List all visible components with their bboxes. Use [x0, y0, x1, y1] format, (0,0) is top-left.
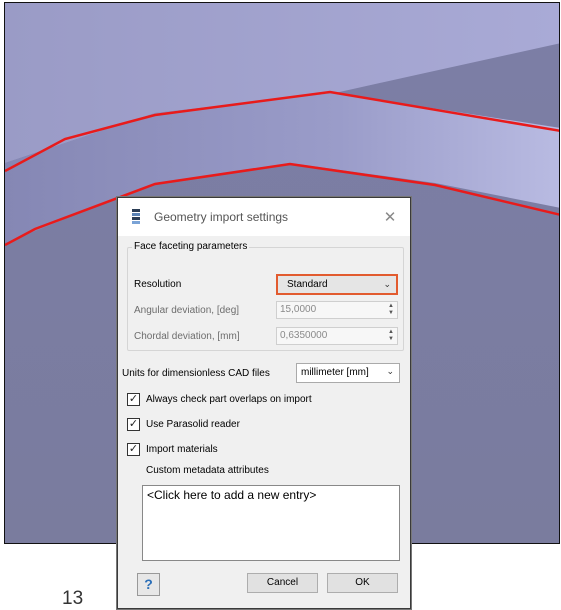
dialog-footer: ? Cancel OK — [118, 571, 410, 609]
checkbox-label: Use Parasolid reader — [146, 419, 240, 430]
face-faceting-group: Face faceting parameters Resolution Stan… — [127, 241, 404, 351]
geometry-import-dialog: Geometry import settings ✕ Face faceting… — [117, 197, 411, 609]
checkbox-label: Import materials — [146, 444, 218, 455]
chevron-down-icon: ⌄ — [383, 279, 391, 289]
dialog-titlebar[interactable]: Geometry import settings ✕ — [118, 198, 410, 236]
units-value: millimeter [mm] — [301, 367, 369, 378]
cancel-button[interactable]: Cancel — [247, 573, 318, 593]
resolution-label: Resolution — [134, 279, 182, 290]
metadata-label: Custom metadata attributes — [146, 465, 269, 476]
check-icon[interactable]: ✓ — [127, 418, 140, 431]
angular-deviation-value: 15,0000 — [280, 304, 317, 315]
dialog-title: Geometry import settings — [154, 210, 289, 224]
ok-button[interactable]: OK — [327, 573, 398, 593]
app-logo-icon — [132, 209, 140, 224]
help-icon[interactable]: ? — [137, 573, 160, 596]
page-number: 13 — [62, 588, 84, 609]
spin-arrows-icon[interactable]: ▲ ▼ — [388, 329, 394, 343]
add-entry-item[interactable]: <Click here to add a new entry> — [147, 488, 316, 502]
resolution-value: Standard — [287, 279, 328, 290]
spin-arrows-icon[interactable]: ▲ ▼ — [388, 303, 394, 317]
metadata-list[interactable]: <Click here to add a new entry> — [142, 485, 400, 561]
chevron-down-icon: ⌄ — [386, 366, 394, 376]
angular-deviation-field[interactable]: 15,0000 ▲ ▼ — [276, 301, 398, 319]
chordal-deviation-value: 0,6350000 — [280, 330, 328, 341]
resolution-dropdown[interactable]: Standard ⌄ — [276, 274, 398, 295]
close-icon[interactable]: ✕ — [370, 208, 410, 226]
chordal-deviation-label: Chordal deviation, [mm] — [134, 331, 240, 342]
units-dropdown[interactable]: millimeter [mm] ⌄ — [296, 363, 400, 383]
angular-deviation-label: Angular deviation, [deg] — [134, 305, 240, 316]
units-label: Units for dimensionless CAD files — [122, 368, 270, 379]
check-icon[interactable]: ✓ — [127, 443, 140, 456]
checkbox-row-materials[interactable]: ✓ Import materials — [127, 443, 218, 456]
checkbox-row-parasolid[interactable]: ✓ Use Parasolid reader — [127, 418, 240, 431]
group-legend: Face faceting parameters — [132, 241, 250, 252]
checkbox-row-overlaps[interactable]: ✓ Always check part overlaps on import — [127, 393, 312, 406]
checkbox-label: Always check part overlaps on import — [146, 394, 312, 405]
check-icon[interactable]: ✓ — [127, 393, 140, 406]
chordal-deviation-field[interactable]: 0,6350000 ▲ ▼ — [276, 327, 398, 345]
